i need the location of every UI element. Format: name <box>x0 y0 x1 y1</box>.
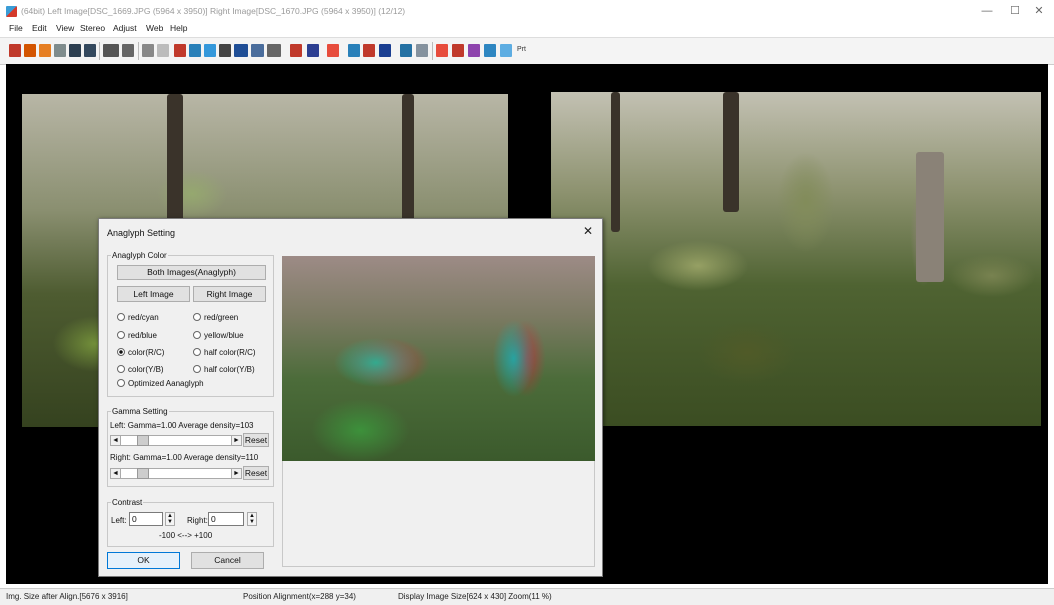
copy-icon[interactable] <box>54 44 66 57</box>
app-icon <box>6 6 17 17</box>
status-position: Position Alignment(x=288 y=34) <box>243 592 356 601</box>
radio-color-yb[interactable]: color(Y/B) <box>117 364 164 374</box>
radio-yellow-blue[interactable]: yellow/blue <box>193 330 244 340</box>
dialog-title: Anaglyph Setting <box>107 228 176 238</box>
menu-file[interactable]: File <box>9 23 23 33</box>
hash-icon[interactable] <box>468 44 480 57</box>
gamma-right-slider[interactable]: ◄ ► <box>110 468 242 479</box>
menu-view[interactable]: View <box>56 23 74 33</box>
scroll-right-icon[interactable]: ► <box>231 468 242 479</box>
window-title: (64bit) Left Image[DSC_1669.JPG (5964 x … <box>21 6 406 16</box>
radio-half-color-yb[interactable]: half color(Y/B) <box>193 364 255 374</box>
crop-icon[interactable] <box>219 44 231 57</box>
menu-web[interactable]: Web <box>146 23 163 33</box>
print-icon[interactable] <box>84 44 96 57</box>
status-bar: Img. Size after Align.[5676 x 3916] Posi… <box>0 588 1054 605</box>
open-right-icon[interactable] <box>39 44 51 57</box>
gamma-left-reset-button[interactable]: Reset <box>243 433 269 447</box>
fit-icon[interactable] <box>251 44 264 57</box>
contrast-left-input[interactable]: 0 <box>129 512 163 526</box>
anaglyph-setting-dialog: Anaglyph Setting ✕ Anaglyph Color Both I… <box>98 218 603 577</box>
menu-stereo[interactable]: Stereo <box>80 23 105 33</box>
anaglyph-preview <box>282 256 595 461</box>
gamma-right-thumb[interactable] <box>137 468 149 479</box>
scroll-left-icon[interactable]: ◄ <box>110 468 121 479</box>
contrast-right-label: Right: <box>187 516 208 525</box>
frame-icon[interactable] <box>204 44 216 57</box>
contrast-left-spinner[interactable]: ▲ ▼ <box>165 512 175 526</box>
right-image <box>551 92 1041 426</box>
toolbar-separator <box>432 42 433 60</box>
title-bar: (64bit) Left Image[DSC_1669.JPG (5964 x … <box>0 0 1054 22</box>
rewind-icon[interactable] <box>234 44 248 57</box>
scroll-left-icon[interactable]: ◄ <box>110 435 121 446</box>
contrast-range-text: -100 <--> +100 <box>159 531 213 540</box>
cancel-button[interactable]: Cancel <box>191 552 264 569</box>
menu-edit[interactable]: Edit <box>32 23 47 33</box>
radio-half-color-rc[interactable]: half color(R/C) <box>193 347 256 357</box>
dialog-close-button[interactable]: ✕ <box>583 224 593 238</box>
gamma-right-text: Right: Gamma=1.00 Average density=110 <box>110 453 259 462</box>
radio-color-rc[interactable]: color(R/C) <box>117 347 164 357</box>
flag-icon[interactable] <box>452 44 464 57</box>
color-red-icon[interactable] <box>290 44 302 57</box>
side-by-side-icon[interactable] <box>189 44 201 57</box>
menu-adjust[interactable]: Adjust <box>113 23 137 33</box>
both-images-button[interactable]: Both Images(Anaglyph) <box>117 265 266 280</box>
status-display: Display Image Size[624 x 430] Zoom(11 %) <box>398 592 552 601</box>
gamma-right-reset-button[interactable]: Reset <box>243 466 269 480</box>
radio-red-green[interactable]: red/green <box>193 312 238 322</box>
radio-optimized-anaglyph[interactable]: Optimized Aanaglyph <box>117 378 204 388</box>
gamma-left-text: Left: Gamma=1.00 Average density=103 <box>110 421 254 430</box>
gamma-setting-label: Gamma Setting <box>111 407 169 416</box>
color-cyan-icon[interactable] <box>348 44 360 57</box>
save-icon[interactable] <box>69 44 81 57</box>
status-align-size: Img. Size after Align.[5676 x 3916] <box>6 592 128 601</box>
ok-button[interactable]: OK <box>107 552 180 569</box>
settings-icon[interactable] <box>500 44 512 57</box>
scroll-right-icon[interactable]: ► <box>231 435 242 446</box>
color-blue-icon[interactable] <box>307 44 319 57</box>
color-teal-icon[interactable] <box>400 44 412 57</box>
radio-red-blue[interactable]: red/blue <box>117 330 157 340</box>
gamma-left-thumb[interactable] <box>137 435 149 446</box>
undo-icon[interactable] <box>142 44 154 57</box>
open-stereo-icon[interactable] <box>9 44 21 57</box>
redo-icon[interactable] <box>157 44 169 57</box>
preview-blank-area <box>282 461 595 567</box>
toolbar-separator <box>138 42 139 60</box>
left-image-button[interactable]: Left Image <box>117 286 190 302</box>
layout-icon[interactable] <box>122 44 134 57</box>
mark-icon[interactable] <box>436 44 448 57</box>
contrast-right-spinner[interactable]: ▲ ▼ <box>247 512 257 526</box>
menu-bar: File Edit View Stereo Adjust Web Help <box>0 22 1054 36</box>
toolbar-separator <box>99 42 100 60</box>
anaglyph-icon[interactable] <box>174 44 186 57</box>
print-text-button[interactable]: Prt <box>517 46 526 53</box>
chart-icon[interactable] <box>416 44 428 57</box>
gamma-left-slider[interactable]: ◄ ► <box>110 435 242 446</box>
color-red2-icon[interactable] <box>363 44 375 57</box>
open-left-icon[interactable] <box>24 44 36 57</box>
color-mix-icon[interactable] <box>327 44 339 57</box>
anaglyph-color-label: Anaglyph Color <box>111 251 168 260</box>
close-window-button[interactable]: ✕ <box>1022 2 1054 20</box>
right-image-button[interactable]: Right Image <box>193 286 266 302</box>
pause-icon[interactable] <box>484 44 496 57</box>
radio-red-cyan[interactable]: red/cyan <box>117 312 159 322</box>
contrast-label: Contrast <box>111 498 144 507</box>
contrast-right-input[interactable]: 0 <box>208 512 244 526</box>
contrast-left-label: Left: <box>111 516 127 525</box>
zoom-icon[interactable] <box>267 44 281 57</box>
toolbar: Prt <box>0 37 1054 65</box>
grid-icon[interactable] <box>103 44 119 57</box>
color-navy-icon[interactable] <box>379 44 391 57</box>
menu-help[interactable]: Help <box>170 23 187 33</box>
